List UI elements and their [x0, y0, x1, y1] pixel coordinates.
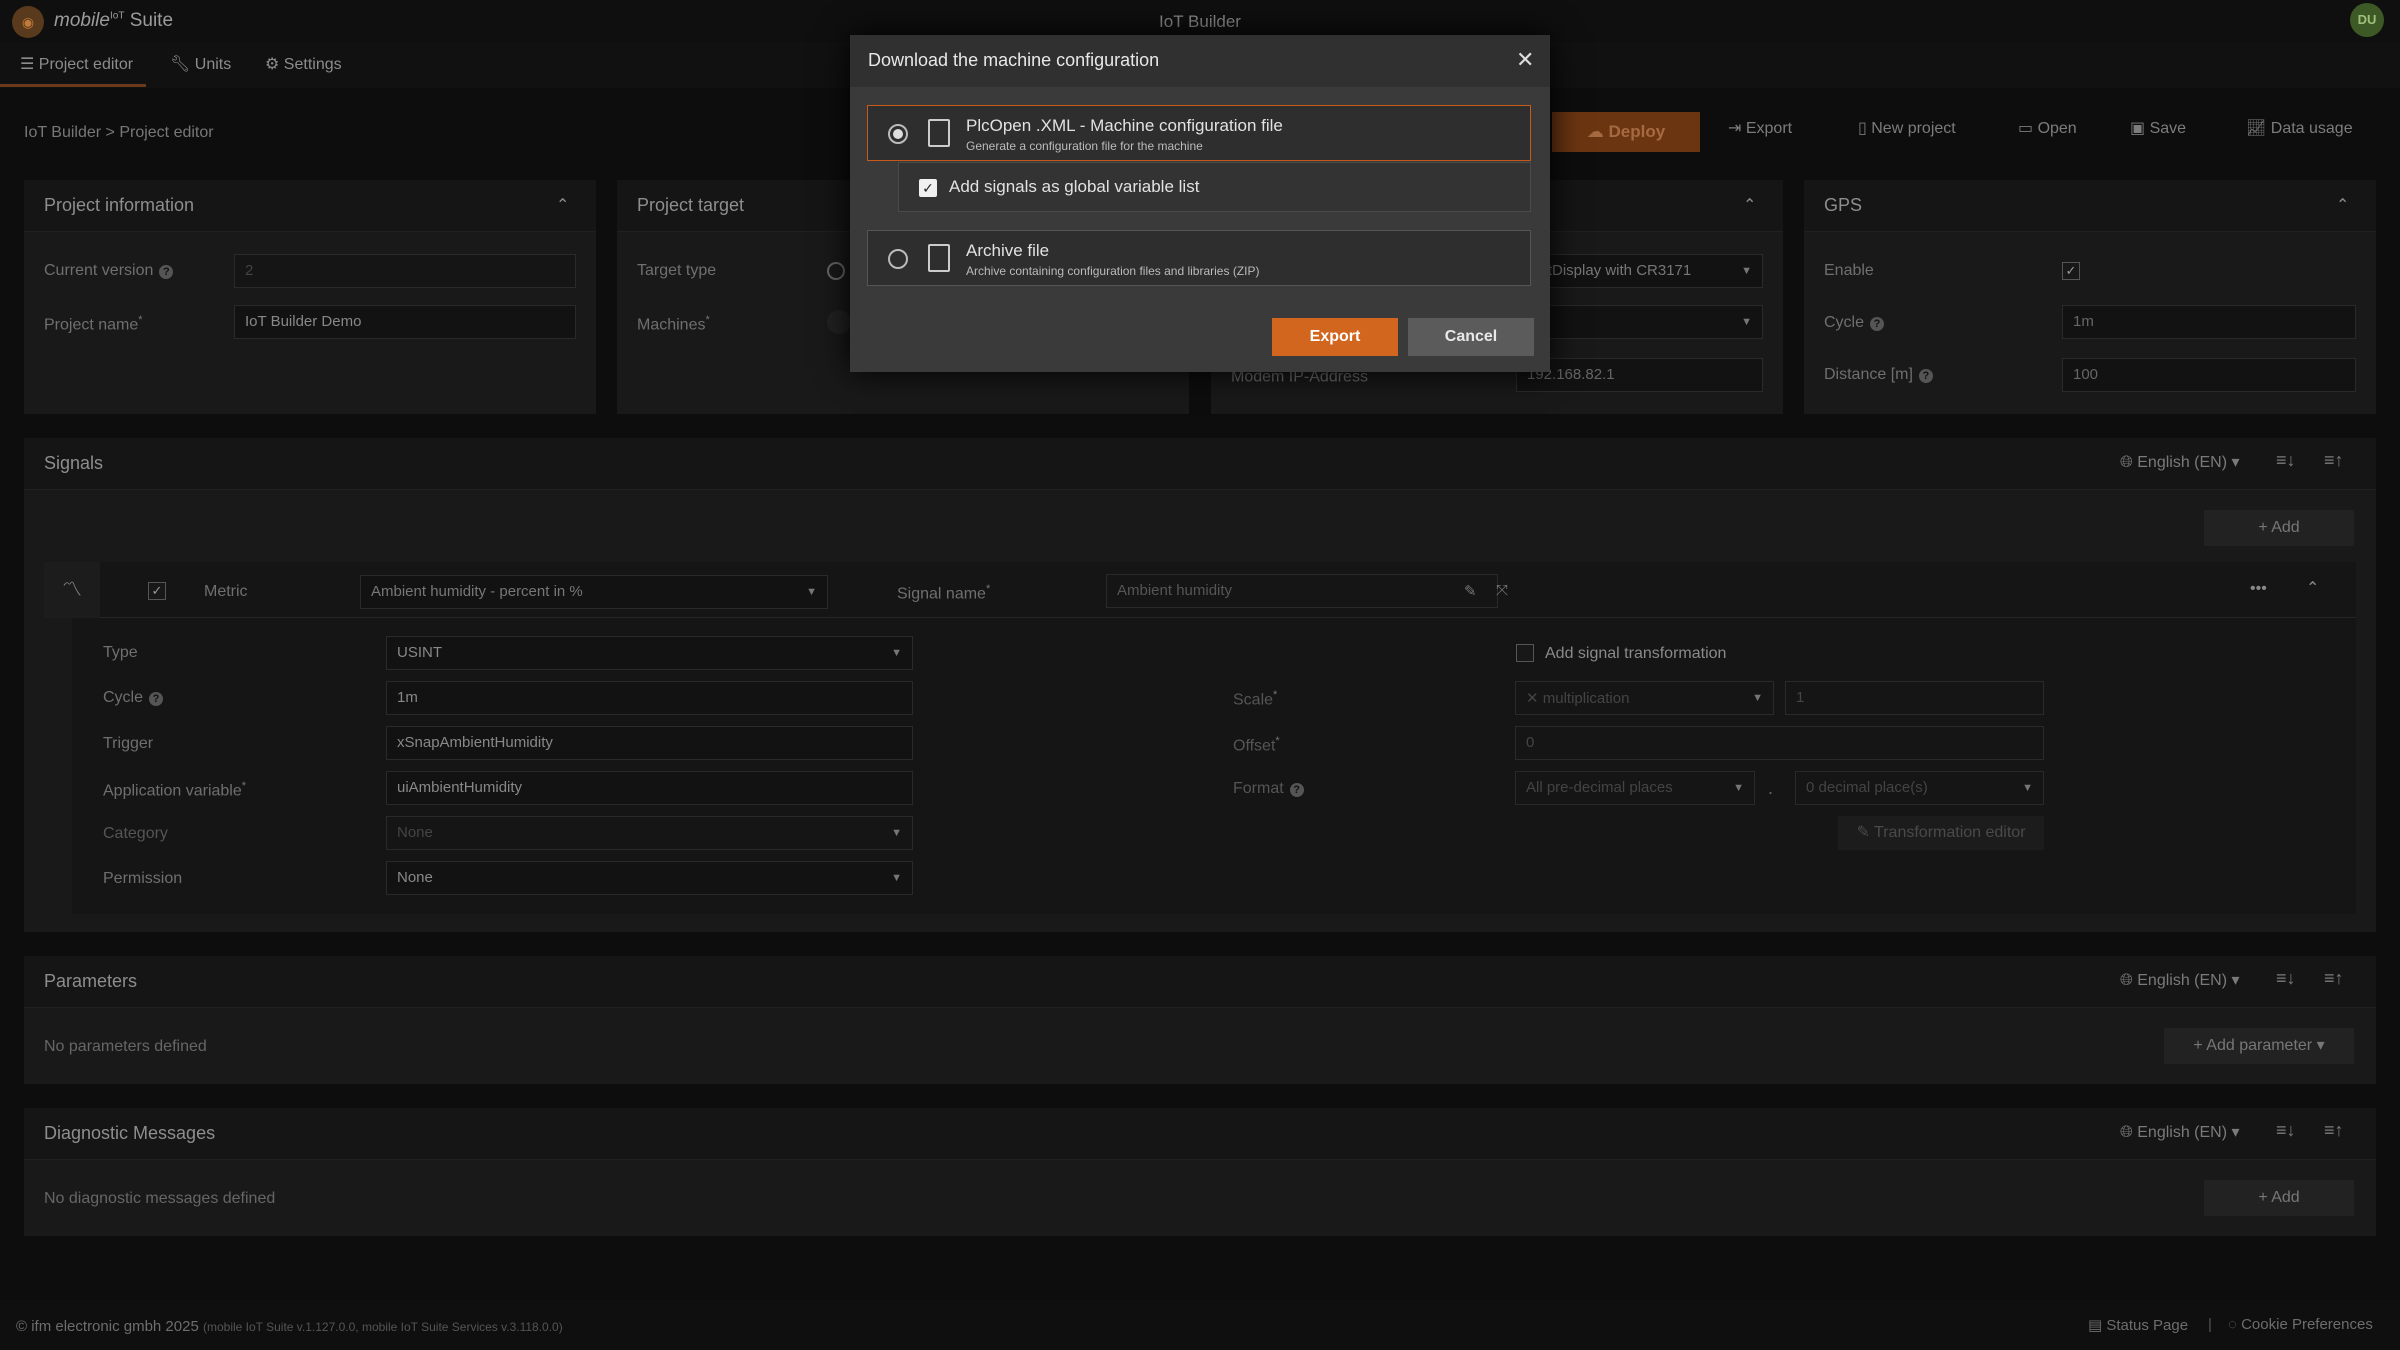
- option-archive-file[interactable]: Archive file Archive containing configur…: [867, 230, 1531, 286]
- option-title: Archive file: [966, 241, 1050, 260]
- archive-file-icon: [928, 244, 950, 272]
- cancel-button[interactable]: Cancel: [1408, 318, 1534, 356]
- radio-selected[interactable]: [888, 124, 908, 144]
- option-subtitle: Archive containing configuration files a…: [966, 264, 1260, 278]
- checkbox-checked[interactable]: ✓: [919, 179, 937, 197]
- radio-unselected[interactable]: [888, 249, 908, 269]
- option-plcopen-xml[interactable]: PlcOpen .XML - Machine configuration fil…: [867, 105, 1531, 161]
- dialog-title: Download the machine configuration: [868, 50, 1160, 70]
- option-subtitle: Generate a configuration file for the ma…: [966, 139, 1203, 153]
- option-title: PlcOpen .XML - Machine configuration fil…: [966, 116, 1283, 135]
- download-config-dialog: Download the machine configuration ✕ Plc…: [850, 35, 1550, 372]
- close-icon[interactable]: ✕: [1516, 47, 1534, 73]
- option-label: Add signals as global variable list: [949, 177, 1200, 196]
- export-button[interactable]: Export: [1272, 318, 1398, 356]
- global-variable-option[interactable]: ✓ Add signals as global variable list: [898, 162, 1531, 212]
- file-icon: [928, 119, 950, 147]
